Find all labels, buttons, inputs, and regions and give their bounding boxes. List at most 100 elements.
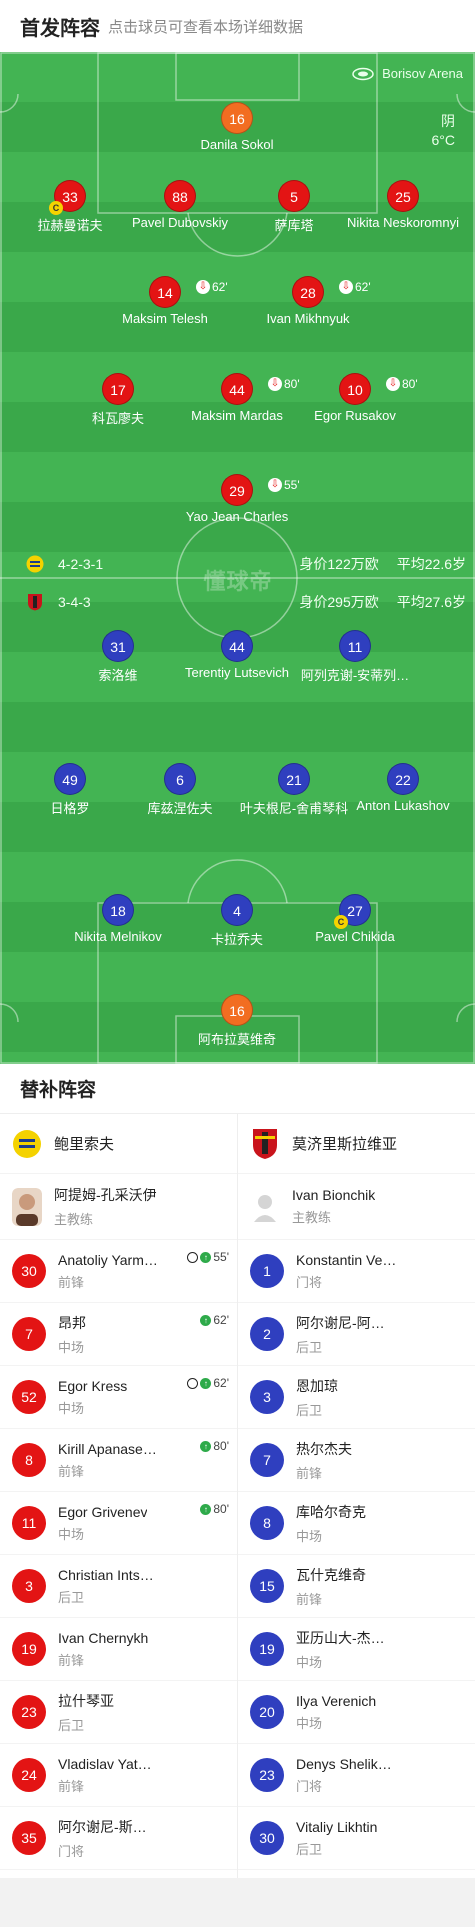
shirt-number: 24 xyxy=(12,1758,46,1792)
shirt-number: 8 xyxy=(250,1506,284,1540)
player-position: 后卫 xyxy=(58,1717,85,1733)
shirt-number: 2 xyxy=(250,1317,284,1351)
away-value: 身价295万欧 xyxy=(299,594,379,610)
home-player[interactable]: 14 ⇩ 62' Maksim Telesh xyxy=(90,276,240,326)
player-position: 中场 xyxy=(58,1339,85,1355)
player-name: 恩加琼 xyxy=(296,1377,338,1394)
away-team-header[interactable]: 莫济里斯拉维亚 xyxy=(238,1114,475,1174)
shirt-number: 29 xyxy=(229,483,245,499)
sub-on-icon: ↑ xyxy=(200,1440,212,1452)
lineup-page: 首发阵容 点击球员可查看本场详细数据 Borisov Arena 阴 6°C 懂… xyxy=(0,0,475,1927)
shirt-number: 21 xyxy=(278,763,310,795)
shirt-number: 17 xyxy=(102,373,134,405)
sub-off-marker: ⇩ 55' xyxy=(268,469,300,501)
sub-minute: 55' xyxy=(284,478,300,492)
away-substitutes: 莫济里斯拉维亚 Ivan Bionchik 主教练 1 Konstantin V… xyxy=(237,1114,475,1878)
venue-name: Borisov Arena xyxy=(382,66,463,81)
coach-avatar-placeholder-icon xyxy=(250,1187,280,1226)
shirt-number: 15 xyxy=(250,1569,284,1603)
sub-player-row[interactable]: 24 Vladislav Yat… 前锋 xyxy=(0,1744,237,1807)
sub-player-row[interactable]: 19 亚历山大-杰… 中场 xyxy=(238,1618,475,1681)
away-player[interactable]: 16 阿布拉莫维奇 xyxy=(162,994,312,1048)
pitch: Borisov Arena 阴 6°C 懂球帝 4-2-3-1 身价122万欧平… xyxy=(0,52,475,1064)
sub-player-row[interactable]: 7 昂邦 中场 ↑ 62' xyxy=(0,1303,237,1366)
sub-off-icon: ⇩ xyxy=(196,280,210,294)
away-player[interactable]: 11 阿列克谢-安蒂列… xyxy=(280,630,430,684)
sub-off-marker: ⇩ 80' xyxy=(386,368,418,400)
home-player[interactable]: 16 Danila Sokol xyxy=(162,102,312,152)
sub-player-row[interactable]: 8 Kirill Apanase… 前锋 ↑ 80' xyxy=(0,1429,237,1492)
player-position: 门将 xyxy=(296,1274,323,1290)
home-formation: 4-2-3-1 xyxy=(58,556,104,572)
player-position: 后卫 xyxy=(296,1402,323,1418)
sub-player-row[interactable]: 20 Ilya Verenich 中场 xyxy=(238,1681,475,1744)
sub-player-row[interactable]: 11 Egor Grivenev 中场 ↑ 80' xyxy=(0,1492,237,1555)
home-coach[interactable]: 阿提姆-孔采沃伊 主教练 xyxy=(0,1174,237,1240)
shirt-number: 19 xyxy=(12,1632,46,1666)
coach-role: 主教练 xyxy=(292,1210,332,1225)
section-title: 首发阵容 xyxy=(20,17,100,40)
home-player[interactable]: 28 ⇩ 62' Ivan Mikhnyuk xyxy=(233,276,383,326)
shirt-number: 5 xyxy=(278,180,310,212)
captain-badge: C xyxy=(49,201,63,215)
shirt-number: 44 xyxy=(229,382,245,398)
weather: 阴 6°C xyxy=(432,112,456,150)
sub-off-marker: ⇩ 62' xyxy=(196,271,228,303)
sub-player-row[interactable]: 30 Vitaliy Likhtin 后卫 xyxy=(238,1807,475,1870)
shirt-number: 16 xyxy=(221,102,253,134)
sub-minute: 62' xyxy=(213,1376,229,1390)
sub-off-icon: ⇩ xyxy=(339,280,353,294)
home-team-header[interactable]: 鲍里索夫 xyxy=(0,1114,237,1174)
sub-player-row[interactable]: 52 Egor Kress 中场 ↑ 62' xyxy=(0,1366,237,1429)
player-name: Ilya Verenich xyxy=(296,1692,377,1709)
shirt-number: 4 xyxy=(221,894,253,926)
sub-player-row[interactable]: 3 恩加琼 后卫 xyxy=(238,1366,475,1429)
player-name: 阿尔谢尼-斯… xyxy=(58,1818,147,1835)
sub-off-icon: ⇩ xyxy=(386,377,400,391)
sub-player-row[interactable]: 23 拉什琴亚 后卫 xyxy=(0,1681,237,1744)
sub-player-row[interactable]: 8 库哈尔奇克中场 xyxy=(238,1492,475,1555)
shirt-number: 8 xyxy=(12,1443,46,1477)
sub-player-row[interactable]: 30 Anatoliy Yarm… 前锋 ↑ 55' xyxy=(0,1240,237,1303)
shirt-number: 31 xyxy=(102,630,134,662)
player-name: Egor Grivenev xyxy=(58,1503,148,1520)
sub-player-row[interactable]: 1 Konstantin Ve… 门将 xyxy=(238,1240,475,1303)
shirt-number: 88 xyxy=(164,180,196,212)
team-name: 鲍里索夫 xyxy=(54,1136,115,1153)
shirt-number: 1 xyxy=(250,1254,284,1288)
sub-player-row[interactable]: 7 热尔杰夫 前锋 xyxy=(238,1429,475,1492)
player-name: 库哈尔奇克 xyxy=(296,1503,366,1520)
away-coach[interactable]: Ivan Bionchik 主教练 xyxy=(238,1174,475,1240)
starting-lineup-header: 首发阵容 点击球员可查看本场详细数据 xyxy=(0,0,475,52)
sub-player-row[interactable]: 2 阿尔谢尼-阿… 后卫 xyxy=(238,1303,475,1366)
temperature: 6°C xyxy=(431,132,456,148)
home-player[interactable]: 29 ⇩ 55' Yao Jean Charles xyxy=(162,474,312,524)
shirt-number: 44 xyxy=(221,630,253,662)
home-player[interactable]: 10 ⇩ 80' Egor Rusakov xyxy=(280,373,430,423)
coach-name: Ivan Bionchik xyxy=(292,1187,376,1203)
player-position: 中场 xyxy=(296,1528,323,1544)
shirt-number: 23 xyxy=(250,1758,284,1792)
coach-role: 主教练 xyxy=(54,1212,94,1227)
home-player[interactable]: 25 Nikita Neskoromnyi xyxy=(328,180,475,230)
shirt-number: 14 xyxy=(157,285,173,301)
shirt-number: 30 xyxy=(12,1254,46,1288)
home-team-summary: 4-2-3-1 身价122万欧 平均22.6岁 xyxy=(26,554,466,574)
player-position: 中场 xyxy=(296,1654,323,1670)
shirt-number: 22 xyxy=(387,763,419,795)
away-player[interactable]: 27 C Pavel Chikida xyxy=(280,894,430,944)
away-player[interactable]: 22 Anton Lukashov xyxy=(328,763,475,813)
shirt-number: 52 xyxy=(12,1380,46,1414)
player-position: 前锋 xyxy=(58,1463,85,1479)
player-position: 门将 xyxy=(58,1843,85,1859)
player-name: Ivan Chernykh xyxy=(58,1629,149,1646)
substitutes-title: 替补阵容 xyxy=(0,1064,475,1114)
sub-player-row[interactable]: 35 阿尔谢尼-斯… 门将 xyxy=(0,1807,237,1870)
sub-player-row[interactable]: 19 Ivan Chernykh 前锋 xyxy=(0,1618,237,1681)
sub-player-row[interactable]: 3 Christian Ints… 后卫 xyxy=(0,1555,237,1618)
sub-player-row[interactable]: 15 瓦什克维奇 前锋 xyxy=(238,1555,475,1618)
goal-icon xyxy=(187,1377,199,1389)
stadium-icon xyxy=(352,67,374,80)
player-position: 后卫 xyxy=(296,1339,323,1355)
sub-player-row[interactable]: 23 Denys Shelik… 门将 xyxy=(238,1744,475,1807)
